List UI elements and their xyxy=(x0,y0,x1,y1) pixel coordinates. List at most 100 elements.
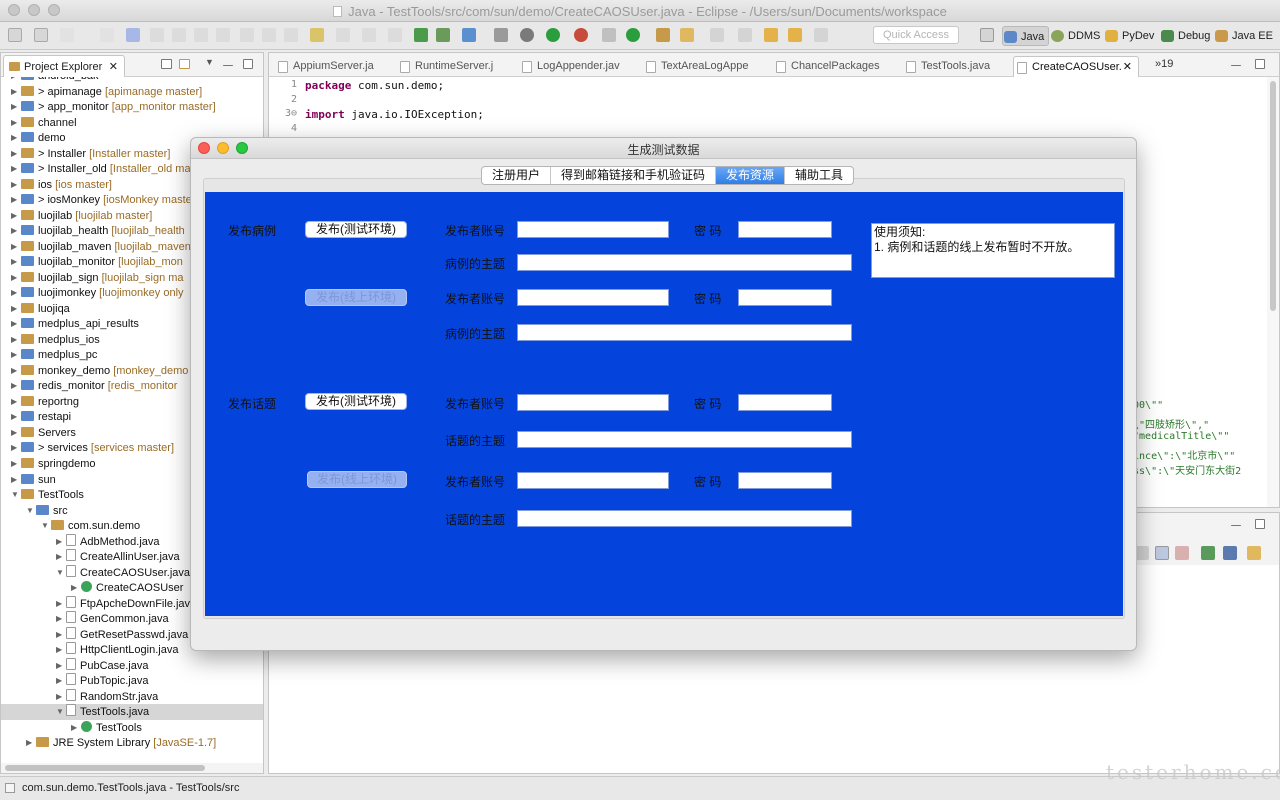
expand-arrow-icon[interactable]: ▶ xyxy=(11,363,21,378)
expand-arrow-icon[interactable]: ▶ xyxy=(11,161,21,176)
editor-tab[interactable]: ChancelPackages xyxy=(773,56,880,77)
expand-arrow-icon[interactable]: ▶ xyxy=(11,77,21,83)
expand-arrow-icon[interactable]: ▶ xyxy=(11,472,21,487)
tab-publish-resource[interactable]: 发布资源 xyxy=(716,167,786,184)
new-icon[interactable] xyxy=(8,28,22,42)
expand-arrow-icon[interactable]: ▶ xyxy=(11,177,21,192)
drop-to-frame-icon[interactable] xyxy=(310,28,324,42)
case-online-subject-input[interactable] xyxy=(517,324,852,341)
expand-arrow-icon[interactable]: ▶ xyxy=(11,285,21,300)
editor-tab[interactable]: CreateCAOSUser. ✕ xyxy=(1013,56,1139,77)
open-type-icon[interactable] xyxy=(656,28,670,42)
minimize-view-icon[interactable] xyxy=(223,65,233,66)
perspective-ddms[interactable]: DDMS xyxy=(1050,26,1100,46)
use-step-filters-icon[interactable] xyxy=(336,28,350,42)
toolbar-tool-icon[interactable] xyxy=(494,28,508,42)
maximize-view-icon[interactable] xyxy=(1255,519,1265,529)
publish-topic-online-button[interactable]: 发布(线上环境) xyxy=(307,471,407,488)
publish-topic-test-button[interactable]: 发布(测试环境) xyxy=(305,393,407,410)
expand-arrow-icon[interactable]: ▶ xyxy=(11,99,21,114)
editor-tab[interactable]: TestTools.java xyxy=(903,56,990,77)
editor-vertical-scrollbar[interactable] xyxy=(1267,77,1279,507)
maximize-editor-icon[interactable] xyxy=(1255,59,1265,69)
terminate-icon[interactable] xyxy=(194,28,208,42)
android-avd-icon[interactable] xyxy=(436,28,450,42)
expand-arrow-icon[interactable]: ▶ xyxy=(11,130,21,145)
expand-arrow-icon[interactable]: ▶ xyxy=(56,534,66,549)
pin-console-icon[interactable] xyxy=(1175,546,1189,560)
topic-online-password-input[interactable] xyxy=(738,472,832,489)
expand-arrow-icon[interactable]: ▶ xyxy=(56,611,66,626)
editor-tab[interactable]: RuntimeServer.j xyxy=(397,56,493,77)
perspective-pydev[interactable]: PyDev xyxy=(1104,26,1154,46)
expand-arrow-icon[interactable]: ▶ xyxy=(11,146,21,161)
editor-tab[interactable]: TextAreaLogAppe xyxy=(643,56,748,77)
save-icon[interactable] xyxy=(34,28,48,42)
tab-project-explorer[interactable]: Project Explorer ✕ xyxy=(3,55,125,77)
forward-arrow-icon[interactable] xyxy=(814,28,828,42)
expand-arrow-icon[interactable]: ▶ xyxy=(11,316,21,331)
expand-arrow-icon[interactable]: ▶ xyxy=(26,735,36,750)
resume-icon[interactable] xyxy=(150,28,164,42)
quick-access-field[interactable]: Quick Access xyxy=(873,26,959,44)
tree-node[interactable]: ▶ > apimanage [apimanage master] xyxy=(1,84,263,100)
tree-node[interactable]: ▼ TestTools.java xyxy=(1,704,263,720)
step-return-icon[interactable] xyxy=(284,28,298,42)
tree-node[interactable]: ▶ channel xyxy=(1,115,263,131)
scroll-lock-icon[interactable] xyxy=(1135,546,1149,560)
expand-arrow-icon[interactable]: ▶ xyxy=(11,223,21,238)
expand-arrow-icon[interactable]: ▶ xyxy=(11,84,21,99)
scrollbar-thumb[interactable] xyxy=(5,765,205,771)
perspective-java[interactable]: Java xyxy=(1002,26,1050,46)
perspective-debug[interactable]: Debug xyxy=(1160,26,1210,46)
case-online-password-input[interactable] xyxy=(738,289,832,306)
tree-node[interactable]: ▶ PubTopic.java xyxy=(1,673,263,689)
collapse-all-icon[interactable] xyxy=(161,59,172,69)
skip-breakpoints-icon[interactable] xyxy=(126,28,140,42)
back-arrow-icon[interactable] xyxy=(764,28,778,42)
show-console-icon[interactable] xyxy=(1155,546,1169,560)
expand-arrow-icon[interactable]: ▶ xyxy=(56,627,66,642)
topic-online-subject-input[interactable] xyxy=(517,510,852,527)
code-line[interactable]: package com.sun.demo; xyxy=(305,79,444,92)
expand-arrow-icon[interactable]: ▶ xyxy=(11,456,21,471)
case-online-account-input[interactable] xyxy=(517,289,669,306)
expand-arrow-icon[interactable]: ▶ xyxy=(71,720,81,735)
publish-case-test-button[interactable]: 发布(测试环境) xyxy=(305,221,407,238)
expand-arrow-icon[interactable]: ▼ xyxy=(11,487,21,502)
expand-arrow-icon[interactable]: ▼ xyxy=(41,518,51,533)
tree-node[interactable]: ▶ android_bak xyxy=(1,77,263,84)
expand-arrow-icon[interactable]: ▶ xyxy=(11,270,21,285)
tree-node[interactable]: ▶ TestTools xyxy=(1,720,263,736)
expand-arrow-icon[interactable]: ▼ xyxy=(56,565,66,580)
step-into-icon[interactable] xyxy=(240,28,254,42)
toolbar-tool-icon[interactable] xyxy=(362,28,376,42)
print-icon[interactable] xyxy=(100,28,114,42)
case-test-account-input[interactable] xyxy=(517,221,669,238)
expand-arrow-icon[interactable]: ▶ xyxy=(56,596,66,611)
expand-arrow-icon[interactable]: ▶ xyxy=(56,689,66,704)
toolbar-tool-icon[interactable] xyxy=(710,28,724,42)
tree-node[interactable]: ▶ JRE System Library [JavaSE-1.7] xyxy=(1,735,263,751)
new-console-icon[interactable] xyxy=(1247,546,1261,560)
expand-arrow-icon[interactable]: ▼ xyxy=(26,503,36,518)
expand-arrow-icon[interactable]: ▶ xyxy=(56,549,66,564)
tree-node[interactable]: ▶ PubCase.java xyxy=(1,657,263,674)
expand-arrow-icon[interactable]: ▶ xyxy=(11,425,21,440)
tree-node[interactable]: ▶ > app_monitor [app_monitor master] xyxy=(1,99,263,115)
topic-test-password-input[interactable] xyxy=(738,394,832,411)
link-editor-icon[interactable] xyxy=(179,59,190,69)
step-over-icon[interactable] xyxy=(262,28,276,42)
topic-online-account-input[interactable] xyxy=(517,472,669,489)
toolbar-tool-icon[interactable] xyxy=(738,28,752,42)
case-test-password-input[interactable] xyxy=(738,221,832,238)
expand-arrow-icon[interactable]: ▶ xyxy=(56,642,66,657)
editor-tab[interactable]: AppiumServer.ja xyxy=(275,56,374,77)
new-class-icon[interactable] xyxy=(626,28,640,42)
android-sdk-icon[interactable] xyxy=(414,28,428,42)
save-all-icon[interactable] xyxy=(60,28,74,42)
expand-arrow-icon[interactable]: ▶ xyxy=(11,115,21,130)
checkbox-task-icon[interactable] xyxy=(462,28,476,42)
expand-arrow-icon[interactable]: ▼ xyxy=(56,704,66,719)
history-back-icon[interactable] xyxy=(788,28,802,42)
